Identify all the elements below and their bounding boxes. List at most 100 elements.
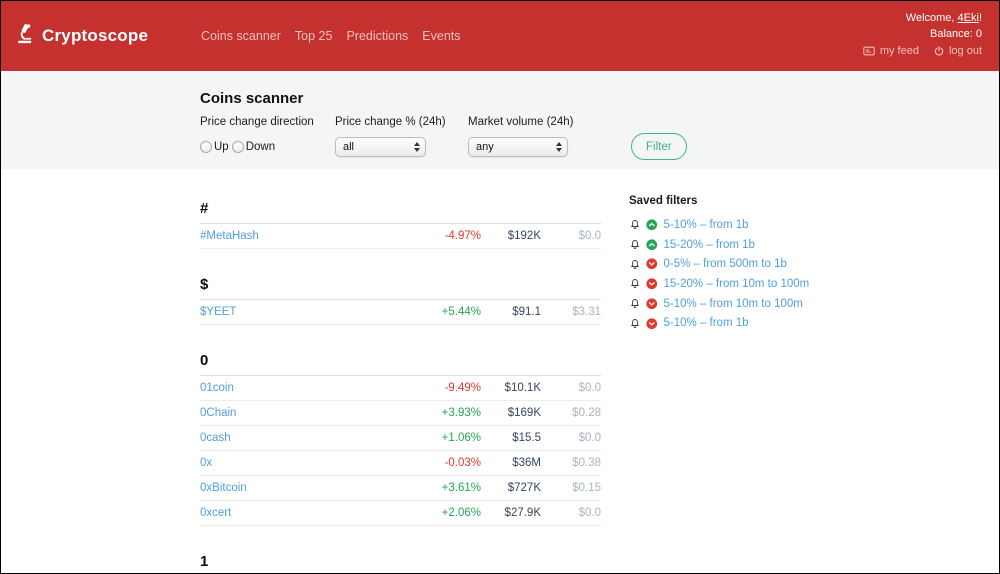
bell-icon[interactable] [629,238,641,251]
nav-item-events[interactable]: Events [422,29,460,43]
power-icon [933,45,945,58]
coin-link[interactable]: 0xcert [200,507,391,519]
trend-down-icon [646,317,658,330]
page-title: Coins scanner [200,90,304,107]
coin-volume: $727K [507,482,541,494]
trend-down-icon [646,298,658,310]
bell-icon[interactable] [629,317,641,330]
feed-icon [862,45,876,57]
coin-volume: $36M [512,457,541,469]
saved-filter-link[interactable]: 15-20% – from 10m to 100m [664,278,810,290]
direction-down-label: Down [245,141,276,153]
coin-change: +5.44% [441,306,481,318]
direction-up-label: Up [214,141,229,153]
group-letter: $ [200,275,601,300]
direction-up-radio[interactable] [200,141,212,153]
coin-link[interactable]: 0x [200,457,391,469]
balance-text: Balance: 0 [930,28,982,40]
my-feed-label: my feed [879,45,919,57]
coin-link[interactable]: #MetaHash [200,230,391,242]
coin-link[interactable]: $YEET [200,306,391,318]
trend-up-icon [646,239,658,251]
saved-filters-title: Saved filters [629,195,698,207]
filter-band: Coins scanner Price change direction Up … [1,71,999,169]
coin-volume: $10.1K [504,382,541,394]
coin-link[interactable]: 01coin [200,382,391,394]
saved-filters-panel: Saved filters 5-10% – from 1b 15-20% – fr… [629,195,849,333]
saved-filters-list: 5-10% – from 1b 15-20% – from 1b 0-5% – fr… [629,215,849,333]
trend-down-icon [646,258,658,270]
coin-link[interactable]: 0Chain [200,407,391,419]
saved-filter-item: 15-20% – from 10m to 100m [629,274,849,294]
microscope-logo-icon [15,23,37,50]
group-letter: 0 [200,351,601,376]
main-area: # #MetaHash -4.97% $192K $0.0 $ $YEET +5.44% $91… [1,169,999,573]
log-out-link[interactable]: log out [933,43,982,59]
coin-row: #MetaHash -4.97% $192K $0.0 [200,224,601,249]
coins-list: # #MetaHash -4.97% $192K $0.0 $ $YEET +5.44% $91… [200,199,601,573]
coin-group: $ $YEET +5.44% $91.1 $3.31 [200,275,601,325]
coin-link[interactable]: 0cash [200,432,391,444]
saved-filter-link[interactable]: 15-20% – from 1b [664,239,755,251]
bell-icon[interactable] [629,277,641,290]
nav-item-top-25[interactable]: Top 25 [295,29,333,43]
coin-row: 0Chain +3.93% $169K $0.28 [200,401,601,426]
group-letter: 1 [200,552,601,573]
coin-row: 01coin -9.49% $10.1K $0.0 [200,376,601,401]
saved-filter-link[interactable]: 5-10% – from 1b [664,219,749,231]
price-change-label: Price change % (24h) [335,116,446,128]
market-volume-label: Market volume (24h) [468,116,574,128]
bell-icon[interactable] [629,218,641,231]
coin-row: $YEET +5.44% $91.1 $3.31 [200,300,601,325]
trend-up-icon [646,219,658,231]
brand[interactable]: Cryptoscope [15,1,148,71]
saved-filter-link[interactable]: 0-5% – from 500m to 1b [664,258,787,270]
coin-change: -4.97% [444,230,481,242]
coin-group: # #MetaHash -4.97% $192K $0.0 [200,199,601,249]
market-volume-select-value: any [476,141,494,153]
filter-button[interactable]: Filter [631,133,687,160]
coin-link[interactable]: 0xBitcoin [200,482,391,494]
username-link[interactable]: 4Eki [958,12,979,24]
price-change-select[interactable]: all [335,137,426,157]
coin-change: +1.06% [441,432,481,444]
welcome-suffix: ! [978,12,982,24]
coin-price: $3.31 [572,306,601,318]
coin-change: -0.03% [444,457,481,469]
price-change-select-value: all [343,141,355,153]
market-volume-select[interactable]: any [468,137,568,157]
coin-change: -9.49% [444,382,481,394]
saved-filter-item: 5-10% – from 1b [629,215,849,235]
header: Cryptoscope Coins scanner Top 25 Predictio… [1,1,999,71]
bell-icon[interactable] [629,258,641,271]
saved-filter-link[interactable]: 5-10% – from 10m to 100m [664,298,803,310]
coin-price: $0.15 [572,482,601,494]
coin-price: $0.0 [578,230,601,242]
coin-change: +2.06% [441,507,481,519]
brand-name: Cryptoscope [42,26,149,45]
log-out-label: log out [948,45,982,57]
my-feed-link[interactable]: my feed [862,43,919,59]
trend-down-icon [646,278,658,290]
coin-group: 1 [200,552,601,573]
coin-price: $0.0 [578,432,601,444]
direction-down-radio[interactable] [231,141,244,153]
coin-price: $0.28 [572,407,601,419]
saved-filter-link[interactable]: 5-10% – from 1b [664,317,749,329]
user-panel: Welcome, 4Eki! Balance: 0 my feed log ou… [862,10,982,59]
nav-item-predictions[interactable]: Predictions [346,29,408,43]
direction-label: Price change direction [200,116,314,128]
welcome-prefix: Welcome, [905,12,958,24]
group-letter: # [200,199,601,224]
coin-volume: $91.1 [512,306,541,318]
coin-price: $0.0 [578,382,601,394]
coin-row: 0xcert +2.06% $27.9K $0.0 [200,501,601,526]
nav-item-coins-scanner[interactable]: Coins scanner [201,29,281,43]
user-actions: my feed log out [862,43,982,59]
filter-row: Price change direction Up Down Price cha… [200,116,999,160]
coin-volume: $27.9K [504,507,541,519]
saved-filter-item: 5-10% – from 10m to 100m [629,294,849,314]
coin-change: +3.61% [441,482,481,494]
bell-icon[interactable] [629,297,641,310]
main-nav: Coins scanner Top 25 Predictions Events [201,1,461,71]
